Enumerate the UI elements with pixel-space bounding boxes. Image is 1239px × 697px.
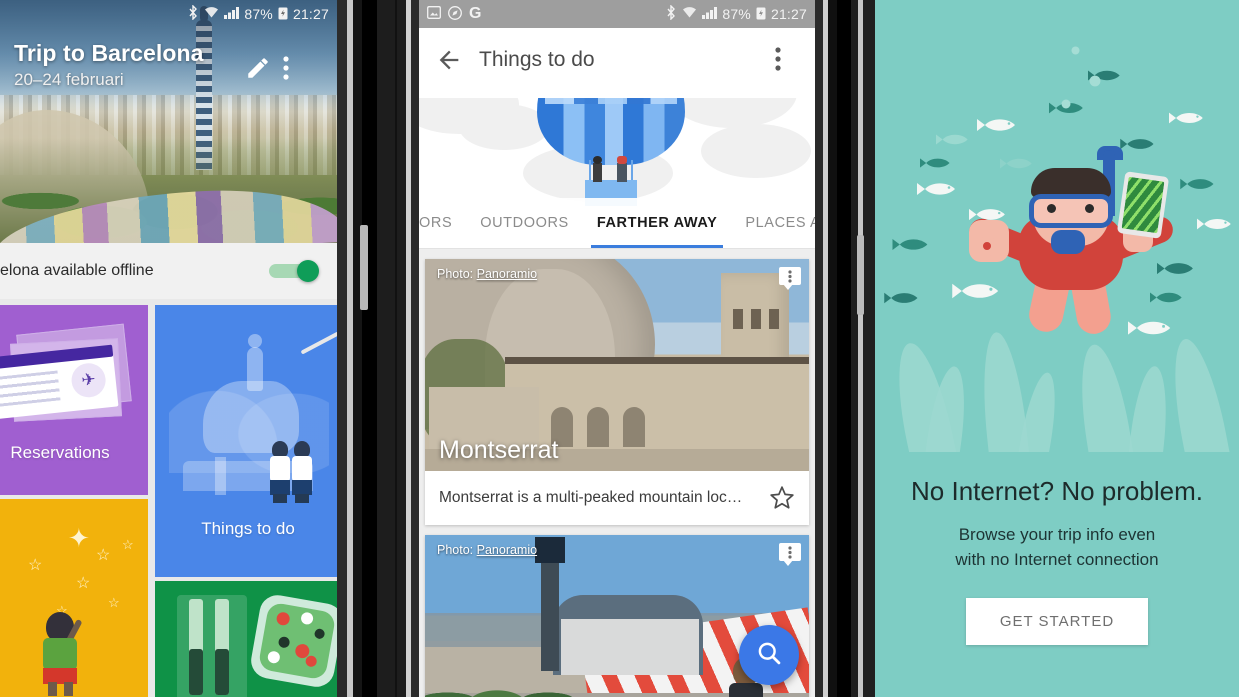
offline-availability-row[interactable]: elona available offline [0,243,337,299]
screenshot-icon [427,6,441,22]
scuba-diver-with-phone-illustration [875,0,1239,452]
salad-cutlery-illustration [155,581,337,697]
photo-credit: Photo: Panoramio [437,267,537,281]
card-photo: Photo: Panoramio Montserrat [425,259,809,471]
card-description-row: Montserrat is a multi-peaked mountain lo… [425,471,809,525]
place-list[interactable]: Photo: Panoramio Montserrat Montserrat i… [419,249,815,697]
compass-icon [448,5,462,23]
photo-credit-prefix: Photo: [437,267,477,281]
search-fab[interactable] [739,625,799,685]
trip-hero-image [0,0,337,243]
promo-subline-2: with no Internet connection [955,549,1159,569]
tab-outdoors[interactable]: OUTDOORS [466,198,583,248]
clock-label: 21:27 [292,6,329,22]
photo-credit-prefix: Photo: [437,543,477,557]
tile-label-things-to-do: Things to do [201,519,295,538]
left-status-right: 87% 21:27 [188,4,329,23]
wifi-icon [204,6,219,22]
bluetooth-icon [188,4,199,23]
trip-title: Trip to Barcelona [14,40,204,66]
offline-promo-copy: No Internet? No problem. Browse your tri… [875,452,1239,697]
left-phone-screen: 87% 21:27 Trip to Barcelona 20–24 februa… [0,0,337,697]
battery-percent-label: 87% [244,6,273,22]
tab-outdoors-prev[interactable]: ORS [419,198,466,248]
get-started-button[interactable]: GET STARTED [965,598,1149,646]
info-badge-icon[interactable] [779,543,801,566]
place-card-montserrat[interactable]: Photo: Panoramio Montserrat Montserrat i… [425,259,809,525]
screenshot-root: 87% 21:27 Trip to Barcelona 20–24 februa… [0,0,1239,697]
mid-app-bar: Things to do [419,28,815,98]
battery-charging-icon [756,6,766,23]
tab-places-a-z[interactable]: PLACES A-Z [731,198,815,248]
photo-credit-source: Panoramio [476,267,538,281]
arrow-back-icon[interactable] [435,46,463,74]
trip-dates: 20–24 februari [14,70,124,89]
boarding-pass-illustration: ✈ [0,323,140,439]
search-icon [755,639,783,672]
mid-status-right: 87% 21:27 [666,4,807,23]
clock-label: 21:27 [770,6,807,22]
trip-tile-grid: ✈ Reservations Things to do ✦ ☆ ☆ ☆ ☆ ☆ … [0,299,337,697]
right-phone-screen: G 88% [875,0,1239,697]
promo-subline-1: Browse your trip info even [958,525,1156,544]
tile-food-and-drink[interactable] [155,581,337,697]
more-vert-icon[interactable] [283,55,311,83]
offline-toggle[interactable] [269,260,319,282]
battery-charging-icon [278,6,288,23]
place-name: Montserrat [439,436,559,464]
mid-status-bar: G 87% 21:27 [419,0,815,28]
battery-percent-label: 87% [722,6,751,22]
tile-things-to-do[interactable]: Things to do [155,305,337,577]
place-description: Montserrat is a multi-peaked mountain lo… [439,489,743,506]
offline-label: elona available offline [0,262,154,279]
tab-farther-away[interactable]: FARTHER AWAY [583,198,732,248]
category-tab-bar[interactable]: ORS OUTDOORS FARTHER AWAY PLACES A-Z [419,198,815,248]
statue-selfie-illustration [155,319,337,509]
bluetooth-icon [666,4,677,23]
signal-icon [702,6,718,22]
right-phone-volume-button[interactable] [857,235,864,315]
photo-credit-source: Panoramio [476,543,538,557]
tile-highlights[interactable]: ✦ ☆ ☆ ☆ ☆ ☆ ☆ [0,499,148,697]
promo-headline: No Internet? No problem. [911,476,1203,506]
pencil-icon[interactable] [245,55,273,83]
left-phone-volume-button[interactable] [360,225,368,310]
photo-credit: Photo: Panoramio [437,543,537,557]
more-vert-icon[interactable] [775,46,799,74]
left-status-bar: 87% 21:27 [0,0,337,28]
signal-icon [224,6,240,22]
wifi-icon [682,6,697,22]
girl-reaching-stars-illustration: ✦ ☆ ☆ ☆ ☆ ☆ ☆ [0,499,148,697]
info-badge-icon[interactable] [779,267,801,290]
google-icon: G [469,5,482,22]
star-outline-icon[interactable] [769,485,795,511]
middle-phone-device: G 87% 21:27 Things to do ORS OUTDOORS FA… [397,0,837,697]
middle-phone-screen: G 87% 21:27 Things to do ORS OUTDOORS FA… [419,0,815,697]
mid-status-left: G [427,6,482,23]
right-phone-device: G 88% [837,0,1239,697]
tile-reservations[interactable]: ✈ Reservations [0,305,148,495]
left-phone-device: 87% 21:27 Trip to Barcelona 20–24 februa… [0,0,395,697]
mid-page-title: Things to do [479,48,595,71]
tile-label-reservations: Reservations [10,443,110,462]
